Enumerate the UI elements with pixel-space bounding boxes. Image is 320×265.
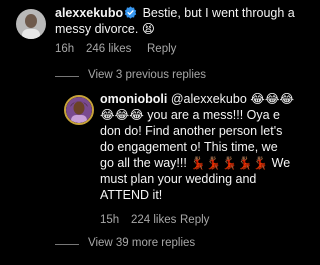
comment-username[interactable]: alexxekubo [55, 6, 123, 20]
avatar-alexxekubo[interactable] [16, 9, 46, 39]
divider-line [55, 76, 79, 77]
view-previous-replies-label: View 3 previous replies [88, 69, 207, 81]
mention-link[interactable]: @alexxekubo [171, 92, 247, 106]
comment-time: 16h [55, 43, 75, 55]
comment-omonioboli: omonioboli @alexxekubo 😂😂😂😂😂😂 you are a … [100, 91, 295, 203]
profile-photo-omonioboli [66, 97, 92, 123]
view-more-replies-label: View 39 more replies [88, 237, 196, 249]
comment-likes[interactable]: 246 likes [86, 43, 131, 55]
comment-text: 😂😂😂😂😂😂 you are a mess!!! Oya e don do! F… [100, 92, 295, 202]
comment-likes[interactable]: 224 likes [131, 214, 176, 226]
reply-button[interactable]: Reply [180, 214, 209, 226]
comment-username[interactable]: omonioboli [100, 92, 167, 106]
divider-line [55, 244, 79, 245]
verified-badge-icon [124, 6, 137, 19]
avatar-omonioboli[interactable] [64, 95, 94, 125]
reply-button[interactable]: Reply [147, 43, 176, 55]
comment-alexxekubo: alexxekubo Bestie, but I went through a … [55, 5, 295, 37]
comment-time: 15h [100, 214, 120, 226]
profile-photo-alexxekubo [16, 9, 46, 39]
